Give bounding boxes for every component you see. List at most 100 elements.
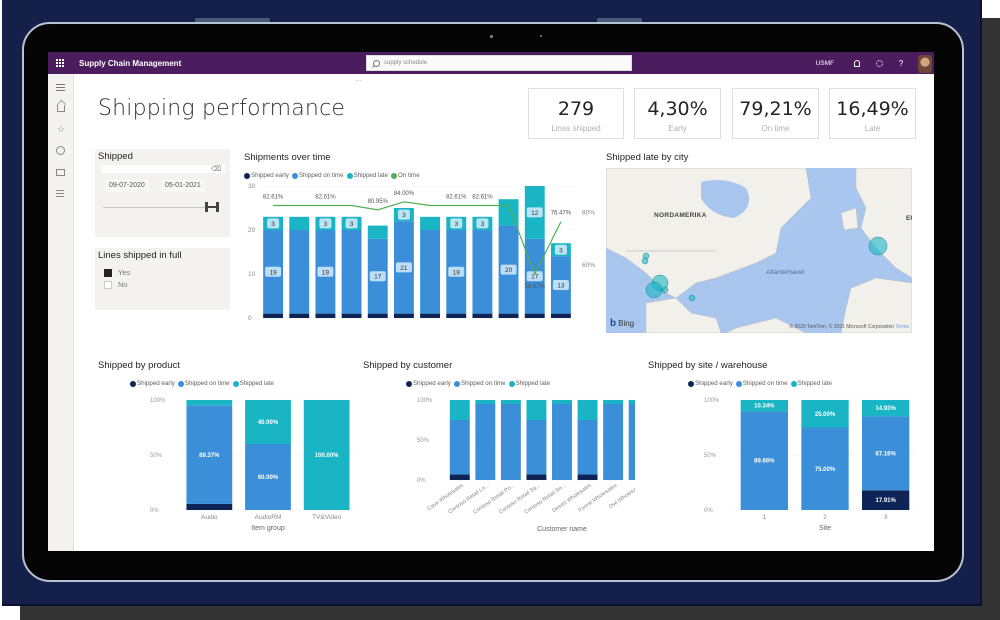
- y-tick-label: 0%: [150, 508, 159, 514]
- help-button[interactable]: ?: [890, 52, 912, 74]
- star-icon[interactable]: ☆: [56, 124, 66, 134]
- checkbox-checked[interactable]: [104, 268, 112, 277]
- bar-segment[interactable]: [420, 230, 441, 314]
- legend-early[interactable]: Shipped early: [406, 380, 451, 387]
- map-terms-link[interactable]: Terms: [895, 324, 909, 330]
- legend-early[interactable]: Shipped early: [244, 172, 289, 179]
- bar-segment[interactable]: [498, 313, 519, 318]
- bar-segment[interactable]: [472, 230, 493, 314]
- list-icon[interactable]: [56, 188, 66, 198]
- bar-segment[interactable]: [289, 230, 310, 314]
- legend-late[interactable]: Shipped late: [790, 380, 832, 387]
- bar-segment[interactable]: [186, 503, 233, 510]
- bar-segment[interactable]: [186, 400, 233, 406]
- bar-segment[interactable]: [500, 400, 521, 404]
- kpi-value: 79,21%: [739, 98, 812, 120]
- bar-segment[interactable]: [552, 400, 572, 404]
- map-land: [606, 168, 912, 333]
- bar-segment[interactable]: [367, 313, 388, 318]
- option-yes[interactable]: Yes: [104, 268, 130, 277]
- y-tick-label: 0%: [417, 478, 426, 484]
- menu-icon[interactable]: [56, 82, 66, 92]
- bar-segment[interactable]: [289, 313, 310, 318]
- bar-segment[interactable]: [498, 199, 519, 226]
- avatar[interactable]: [918, 55, 932, 73]
- bar-label: 21: [400, 265, 408, 272]
- checkbox-unchecked[interactable]: [104, 280, 112, 289]
- product-legend: Shipped early Shipped on time Shipped la…: [130, 380, 277, 387]
- bar-segment[interactable]: [603, 400, 624, 404]
- workspace-icon[interactable]: [56, 168, 66, 178]
- bar-segment[interactable]: [449, 400, 470, 420]
- date-slider-track[interactable]: [103, 207, 213, 208]
- option-label: Yes: [118, 268, 131, 277]
- bar-segment[interactable]: [367, 225, 388, 239]
- clock-icon[interactable]: [56, 146, 66, 156]
- bar-segment[interactable]: [577, 400, 598, 420]
- bar-segment[interactable]: [475, 400, 496, 404]
- bar-segment[interactable]: [289, 216, 310, 230]
- settings-button[interactable]: [868, 52, 890, 74]
- bar-segment[interactable]: [341, 230, 362, 314]
- bar-label: 19: [322, 269, 330, 276]
- notifications-button[interactable]: [846, 52, 868, 74]
- bar-segment[interactable]: [472, 313, 493, 318]
- bar-segment[interactable]: [315, 313, 336, 318]
- bar-segment[interactable]: [393, 313, 414, 318]
- bar-segment[interactable]: [449, 474, 470, 480]
- bar-segment[interactable]: [526, 474, 547, 480]
- date-slider-handle[interactable]: [205, 202, 219, 212]
- bar-segment[interactable]: [628, 400, 635, 404]
- bar-label: 3: [402, 212, 406, 219]
- legend-on-time[interactable]: Shipped on time: [453, 380, 506, 387]
- legend-on-time[interactable]: Shipped on time: [177, 380, 230, 387]
- sensor-icon: [540, 35, 542, 37]
- bar-segment[interactable]: [577, 420, 598, 475]
- visual-more-options[interactable]: …: [355, 76, 362, 83]
- line-data-label: 56.67%: [525, 284, 546, 290]
- bar-segment[interactable]: [475, 404, 496, 480]
- bar-data-label: 10.34%: [754, 404, 775, 410]
- bar-segment[interactable]: [628, 404, 635, 480]
- legend-on-time-line[interactable]: On time: [390, 172, 420, 179]
- legend-on-time[interactable]: Shipped on time: [291, 172, 344, 179]
- legend-early[interactable]: Shipped early: [688, 380, 733, 387]
- line-data-label: 80.95%: [368, 199, 389, 205]
- legend-early[interactable]: Shipped early: [130, 380, 175, 387]
- bar-segment[interactable]: [577, 474, 598, 480]
- bar-label: 3: [324, 221, 328, 228]
- start-date-input[interactable]: 09-07-2020: [105, 179, 149, 192]
- bar-segment[interactable]: [341, 313, 362, 318]
- legend-late[interactable]: Shipped late: [346, 172, 388, 179]
- line-data-label: 82.61%: [315, 195, 336, 201]
- company-selector[interactable]: USMF: [816, 60, 834, 67]
- shipments-legend: Shipped early Shipped on time Shipped la…: [244, 172, 423, 179]
- end-date-input[interactable]: 05-01-2021: [161, 179, 205, 192]
- legend-late[interactable]: Shipped late: [232, 380, 274, 387]
- bar-segment[interactable]: [500, 404, 521, 480]
- bar-segment[interactable]: [550, 313, 571, 318]
- shipped-late-map[interactable]: NORDAMERIKA Atlanterhavet EU bBing © 202…: [606, 168, 912, 333]
- bar-segment[interactable]: [449, 420, 470, 475]
- kpi-label: Late: [864, 124, 881, 133]
- bar-segment[interactable]: [526, 400, 547, 420]
- bar-segment[interactable]: [420, 313, 441, 318]
- camera-icon: [490, 35, 493, 38]
- bar-segment[interactable]: [526, 420, 547, 475]
- legend-on-time[interactable]: Shipped on time: [735, 380, 788, 387]
- search-input[interactable]: supply schedule: [366, 55, 632, 71]
- bar-data-label: 100.00%: [315, 453, 339, 459]
- eraser-icon[interactable]: ⌫: [211, 165, 221, 173]
- bar-segment[interactable]: [552, 404, 572, 480]
- map-label-ocean: Atlanterhavet: [766, 269, 805, 276]
- bing-logo: b Bing: [610, 318, 635, 329]
- legend-late[interactable]: Shipped late: [508, 380, 550, 387]
- bar-segment[interactable]: [603, 404, 624, 480]
- bar-segment[interactable]: [263, 313, 284, 318]
- bar-segment[interactable]: [524, 313, 545, 318]
- option-no[interactable]: No: [104, 280, 128, 289]
- bar-segment[interactable]: [420, 216, 441, 230]
- home-icon[interactable]: [56, 102, 66, 112]
- app-launcher-button[interactable]: [48, 52, 72, 74]
- bar-segment[interactable]: [446, 313, 467, 318]
